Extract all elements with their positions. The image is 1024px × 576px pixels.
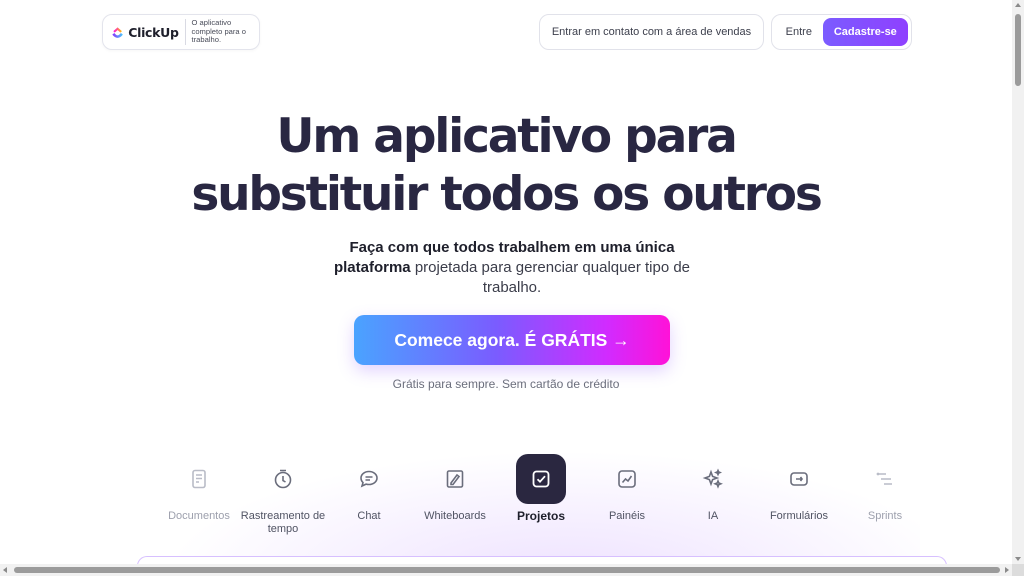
tab-label: IA bbox=[707, 510, 719, 522]
tab-label: Rastreamento de tempo bbox=[240, 510, 326, 535]
tab-label: Projetos bbox=[516, 509, 565, 523]
scroll-left-arrow-icon[interactable] bbox=[3, 567, 7, 573]
hero-subtitle-rest: projetada para gerenciar qualquer tipo d… bbox=[410, 259, 691, 296]
tab-label: Painéis bbox=[608, 510, 646, 522]
horizontal-scroll-thumb[interactable] bbox=[14, 567, 1000, 573]
tab-rastreamento[interactable]: Rastreamento de tempo bbox=[238, 454, 328, 536]
logo-tagline: O aplicativo completo para o trabalho. bbox=[191, 18, 246, 45]
auth-group: Entre Cadastre-se bbox=[771, 14, 912, 50]
tab-whiteboards[interactable]: Whiteboards bbox=[410, 454, 500, 523]
whiteboard-icon bbox=[430, 454, 480, 504]
clock-icon bbox=[258, 454, 308, 504]
logo-text: ClickUp bbox=[128, 24, 179, 40]
contact-sales-button[interactable]: Entrar em contato com a área de vendas bbox=[539, 14, 764, 50]
sprint-icon bbox=[860, 454, 910, 504]
document-icon bbox=[174, 454, 224, 504]
hero-title: Um aplicativo para substituir todos os o… bbox=[0, 108, 1012, 224]
sparkle-icon bbox=[688, 454, 738, 504]
tab-label: Sprints bbox=[867, 510, 903, 522]
cta-note: Grátis para sempre. Sem cartão de crédit… bbox=[392, 377, 620, 391]
tab-sprints[interactable]: Sprints bbox=[840, 454, 930, 523]
signup-button[interactable]: Cadastre-se bbox=[822, 18, 908, 46]
chat-icon bbox=[344, 454, 394, 504]
horizontal-scrollbar[interactable] bbox=[0, 564, 1012, 576]
tab-label: Documentos bbox=[168, 510, 230, 522]
checkbox-icon bbox=[516, 454, 566, 504]
tab-label: Whiteboards bbox=[424, 510, 486, 522]
tab-paineis[interactable]: Painéis bbox=[582, 454, 672, 523]
hero-title-line1: Um aplicativo para bbox=[276, 109, 737, 164]
logo-divider bbox=[184, 19, 186, 45]
tab-ia[interactable]: IA bbox=[668, 454, 758, 523]
page: ClickUp O aplicativo completo para o tra… bbox=[0, 0, 1012, 564]
scroll-up-arrow-icon[interactable] bbox=[1015, 3, 1021, 7]
form-icon bbox=[774, 454, 824, 504]
tab-formularios[interactable]: Formulários bbox=[754, 454, 844, 523]
scrollbar-corner bbox=[1012, 564, 1024, 576]
vertical-scrollbar[interactable] bbox=[1012, 0, 1024, 564]
tab-label: Chat bbox=[357, 510, 381, 522]
logo-link[interactable]: ClickUp O aplicativo completo para o tra… bbox=[102, 14, 260, 50]
vertical-scroll-thumb[interactable] bbox=[1015, 14, 1021, 86]
tab-projetos[interactable]: Projetos bbox=[496, 454, 586, 523]
login-link[interactable]: Entre bbox=[775, 26, 823, 38]
tab-chat[interactable]: Chat bbox=[324, 454, 414, 523]
feature-tabs: Documentos Rastreamento de tempo Chat Wh… bbox=[154, 454, 934, 544]
start-free-button[interactable]: Comece agora. É GRÁTIS → bbox=[354, 315, 670, 365]
tab-label: Formulários bbox=[769, 510, 829, 522]
scroll-right-arrow-icon[interactable] bbox=[1005, 567, 1009, 573]
hero-subtitle: Faça com que todos trabalhem em uma únic… bbox=[318, 238, 706, 298]
clickup-logo-icon bbox=[112, 27, 123, 38]
dashboard-icon bbox=[602, 454, 652, 504]
tab-documentos[interactable]: Documentos bbox=[154, 454, 244, 523]
scroll-down-arrow-icon[interactable] bbox=[1015, 557, 1021, 561]
hero-title-line2: substituir todos os outros bbox=[191, 167, 823, 222]
feature-preview-panel bbox=[137, 556, 947, 564]
